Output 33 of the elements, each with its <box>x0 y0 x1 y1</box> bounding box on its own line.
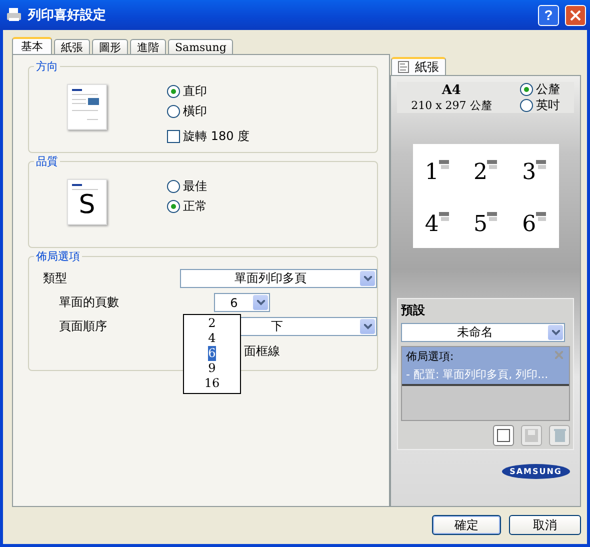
preset-title: 佈局選項: <box>406 349 454 364</box>
paper-dimensions: 210 x 297 公釐 <box>411 98 492 112</box>
option-label: 面框線 <box>244 343 280 360</box>
page-number: 5 <box>473 214 488 236</box>
option-label: 公釐 <box>536 81 560 98</box>
dropdown-value: 下 <box>271 318 284 335</box>
page-number: 3 <box>522 162 536 184</box>
dropdown-value: 單面列印多頁 <box>234 270 308 287</box>
dropdown-value: 未命名 <box>456 324 494 341</box>
panel-title: 預設 <box>401 302 426 319</box>
option-label: 正常 <box>183 198 207 215</box>
window-title: 列印喜好設定 <box>28 6 107 24</box>
page-number: 1 <box>424 162 439 184</box>
brand-logo: SAMSUNG <box>502 464 570 479</box>
group-title: 方向 <box>34 59 60 74</box>
option-label: 最佳 <box>183 178 207 195</box>
preview-letter: S <box>78 190 96 220</box>
field-label: 類型 <box>43 270 68 287</box>
paper-size: A4 <box>442 82 461 98</box>
dropdown-value: 6 <box>229 296 239 310</box>
option-label: 英吋 <box>536 97 560 114</box>
page-number: 6 <box>522 214 536 236</box>
option-label: 橫印 <box>183 103 207 120</box>
option-label: 直印 <box>183 83 207 100</box>
group-title: 佈局選項 <box>34 249 82 264</box>
option-label: 旋轉 180 度 <box>183 128 250 145</box>
field-label: 單面的頁數 <box>59 294 120 311</box>
field-label: 頁面順序 <box>59 318 108 335</box>
preset-detail: - 配置: 單面列印多頁, 列印... <box>406 367 548 382</box>
page-number: 2 <box>473 162 488 184</box>
tab-label: 紙張 <box>415 58 439 76</box>
page-number: 4 <box>424 214 439 236</box>
group-title: 品質 <box>34 154 60 169</box>
